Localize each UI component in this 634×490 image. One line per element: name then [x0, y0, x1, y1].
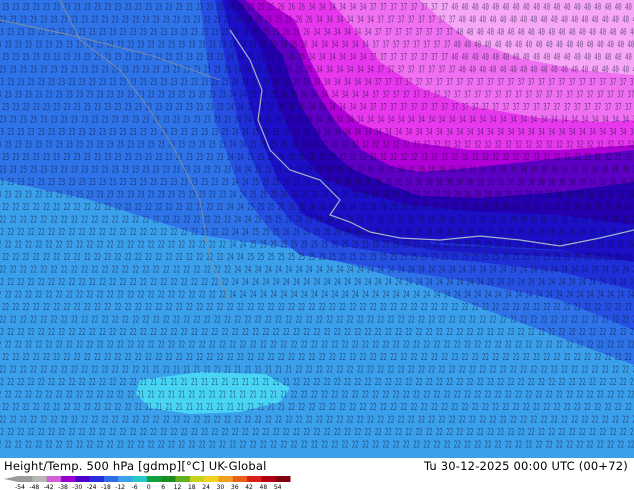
- legend-tick-label: -24: [87, 484, 97, 490]
- grid-row-label: 22 22 22 22 22 22 22 22 22 22 22 22 22 2…: [0, 377, 634, 388]
- grid-row-label: 23 23 23 23 23 23 23 23 23 23 23 23 23 2…: [0, 15, 634, 26]
- grid-row-label: 22 22 22 22 22 22 22 22 22 22 22 22 22 2…: [0, 440, 634, 451]
- legend-tick-label: 54: [274, 484, 282, 490]
- grid-row-label: 22 22 22 22 22 22 22 22 22 22 22 22 22 2…: [0, 252, 634, 263]
- grid-row-label: 23 23 23 23 23 23 23 23 23 23 23 23 23 2…: [0, 65, 634, 76]
- grid-row-label: 23 23 23 23 23 23 23 23 23 23 23 23 23 2…: [0, 77, 634, 88]
- legend-tick-label: -30: [72, 484, 82, 490]
- legend-color-swatch: [161, 476, 176, 482]
- grid-row-label: 22 22 22 22 22 22 22 22 22 22 22 22 22 2…: [0, 215, 634, 226]
- grid-row-label: 23 23 23 23 23 23 23 23 23 23 23 23 23 2…: [0, 127, 634, 138]
- legend-color-swatch: [232, 476, 248, 482]
- legend-tick-label: 30: [217, 484, 225, 490]
- legend-tick-label: -42: [44, 484, 54, 490]
- grid-row-label: 22 22 22 22 22 22 22 22 22 22 22 22 22 2…: [0, 227, 634, 238]
- legend-tick-label: -18: [101, 484, 111, 490]
- legend-tick-label: -6: [132, 484, 138, 490]
- legend-color-swatch: [32, 476, 48, 482]
- legend-color-swatch: [60, 476, 76, 482]
- grid-row-label: 23 23 23 23 23 23 23 23 23 23 23 23 23 2…: [0, 2, 634, 13]
- legend-color-swatch: [46, 476, 62, 482]
- grid-row-label: 22 22 22 22 22 22 22 22 22 22 22 22 22 2…: [0, 352, 634, 363]
- valid-time: Tu 30-12-2025 00:00 UTC (00+72): [423, 459, 628, 473]
- grid-row-label: 22 22 22 22 22 22 22 22 22 22 22 22 22 2…: [0, 415, 634, 426]
- grid-row-label: 22 22 22 22 22 22 22 22 22 22 22 22 22 2…: [0, 365, 634, 376]
- grid-row-label: 22 22 22 22 22 22 22 22 22 22 22 22 22 2…: [0, 202, 634, 213]
- grid-row-label: 22 22 22 22 22 22 22 22 22 22 22 22 22 2…: [0, 327, 634, 338]
- legend-color-swatch: [189, 476, 205, 482]
- grid-row-label: 22 22 22 22 22 22 22 22 22 22 22 22 22 2…: [0, 290, 634, 301]
- legend-tick-label: -54: [15, 484, 25, 490]
- grid-row-label: 22 22 22 22 22 22 22 22 22 22 22 22 22 2…: [0, 315, 634, 326]
- legend-color-swatch: [275, 476, 291, 482]
- grid-row-label: 23 23 23 23 23 23 23 23 23 23 23 23 23 2…: [0, 152, 634, 163]
- legend-tick-label: 6: [161, 484, 165, 490]
- legend-color-swatch: [146, 476, 162, 482]
- legend-color-swatch: [247, 476, 262, 482]
- grid-row-label: 22 22 22 22 22 22 22 22 22 22 22 22 22 2…: [0, 240, 634, 251]
- grid-row-label: 23 23 23 23 23 23 23 23 23 23 23 23 23 2…: [0, 115, 634, 126]
- legend-tick-label: 42: [245, 484, 253, 490]
- legend-tick-label: -48: [29, 484, 39, 490]
- grid-row-label: 23 23 23 23 23 23 23 23 23 23 23 23 23 2…: [0, 165, 634, 176]
- legend-color-swatch: [18, 476, 33, 482]
- legend-color-swatch: [75, 476, 91, 482]
- grid-row-label: 23 23 23 23 23 23 23 23 23 23 23 23 23 2…: [0, 27, 634, 38]
- legend-color-swatch: [175, 476, 191, 482]
- color-legend: -54 -48 -42 -38 -30 -24 -18 -12 -6 0 6 12 18 24 30 36 42…: [4, 476, 291, 490]
- grid-row-label: 22 22 22 22 22 22 22 22 22 22 22 22 22 2…: [0, 277, 634, 288]
- grid-row-label: 22 22 22 22 22 22 22 22 22 22 22 22 22 2…: [0, 402, 634, 413]
- legend-color-swatch: [261, 476, 277, 482]
- legend-tick-label: 48: [260, 484, 268, 490]
- legend-tick-label: 0: [147, 484, 151, 490]
- grid-row-label: 23 23 23 23 23 23 23 23 23 23 23 23 23 2…: [0, 90, 634, 101]
- legend-tick-label: -38: [58, 484, 68, 490]
- legend-color-swatch: [132, 476, 148, 482]
- legend-color-swatch: [218, 476, 234, 482]
- grid-row-label: 22 22 22 22 22 22 22 22 22 22 22 22 22 2…: [0, 390, 634, 401]
- grid-row-label: 22 22 22 22 22 22 22 22 22 22 22 22 22 2…: [0, 427, 634, 438]
- grid-row-label: 22 22 22 22 22 22 22 22 22 22 22 22 22 2…: [0, 302, 634, 313]
- map-footer: Height/Temp. 500 hPa [gdmp][°C] UK-Globa…: [0, 458, 634, 490]
- legend-tick-label: -12: [115, 484, 125, 490]
- legend-arrow-left: [4, 476, 18, 482]
- grid-row-label: 22 22 22 22 22 22 22 22 22 22 22 22 22 2…: [0, 265, 634, 276]
- grid-row-label: 23 23 23 23 23 23 23 23 23 23 23 23 23 2…: [0, 102, 634, 113]
- grid-row-label: 23 23 23 23 23 23 23 23 23 23 23 23 23 2…: [0, 190, 634, 201]
- grid-value-labels: 23 23 23 23 23 23 23 23 23 23 23 23 23 2…: [0, 2, 634, 451]
- legend-tick-label: 18: [188, 484, 196, 490]
- legend-color-swatch: [89, 476, 105, 482]
- legend-tick-label: 24: [202, 484, 210, 490]
- grid-row-label: 23 23 23 23 23 23 23 23 23 23 23 23 23 2…: [0, 140, 634, 151]
- legend-tick-label: 36: [231, 484, 239, 490]
- legend-color-swatch: [118, 476, 134, 482]
- map-canvas: 23 23 23 23 23 23 23 23 23 23 23 23 23 2…: [0, 0, 634, 458]
- grid-row-label: 22 22 22 22 22 22 22 22 22 22 22 22 22 2…: [0, 340, 634, 351]
- temperature-map[interactable]: 23 23 23 23 23 23 23 23 23 23 23 23 23 2…: [0, 0, 634, 458]
- legend-tick-label: 12: [174, 484, 182, 490]
- grid-row-label: 23 23 23 23 23 23 23 23 23 23 23 23 23 2…: [0, 52, 634, 63]
- legend-color-swatch: [103, 476, 119, 482]
- map-title: Height/Temp. 500 hPa [gdmp][°C] UK-Globa…: [4, 459, 267, 473]
- legend-color-swatch: [204, 476, 219, 482]
